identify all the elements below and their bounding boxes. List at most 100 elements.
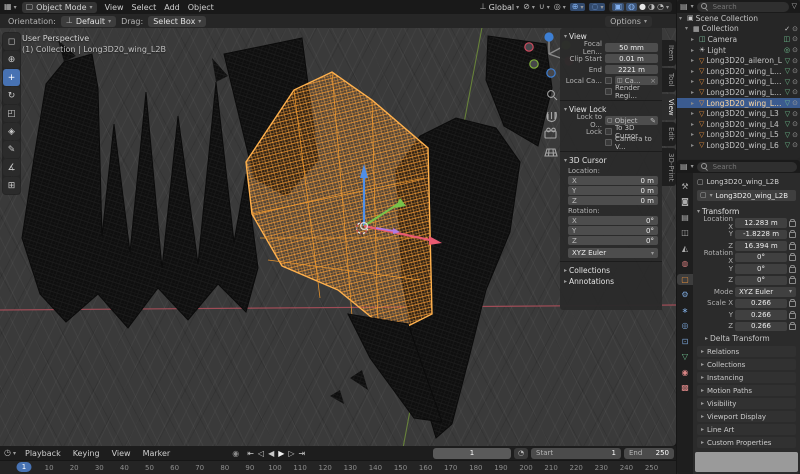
options-button[interactable]: Options ▾ — [605, 16, 652, 27]
outliner-search-input[interactable] — [711, 2, 785, 12]
shading-rendered-icon[interactable]: ◔ — [657, 3, 664, 11]
cursor-location-y-field[interactable]: Y0 m — [568, 186, 658, 195]
scale-x-field[interactable]: 0.266 — [735, 299, 787, 309]
lock-icon[interactable] — [789, 278, 796, 284]
perspective-toggle-control[interactable] — [545, 149, 557, 156]
frame-start-field[interactable]: Start1 — [531, 448, 621, 459]
scene-tab[interactable]: ◭ — [677, 243, 693, 254]
modifier-tab[interactable]: ⚙ — [677, 290, 693, 301]
menu-select[interactable]: Select — [129, 3, 160, 12]
timeline-menu-keying[interactable]: Keying — [70, 449, 103, 458]
location-z-field[interactable]: 16.394 m — [735, 241, 787, 251]
editor-type-button[interactable]: ▦ ▾ — [4, 3, 17, 11]
tab-tool[interactable]: Tool — [662, 68, 676, 92]
outliner-scene-collection[interactable]: ▾▣Scene Collection — [677, 13, 800, 24]
cursor-rotation-mode-select[interactable]: XYZ Euler▾ — [568, 248, 658, 258]
cursor-location-x-field[interactable]: X0 m — [568, 176, 658, 185]
tab-edit[interactable]: Edit — [662, 122, 676, 146]
mesh-data-icon[interactable]: ▽ — [785, 57, 790, 65]
cursor-rotation-y-field[interactable]: Y0° — [568, 226, 658, 235]
section-motion-paths[interactable]: ▸Motion Paths — [697, 385, 796, 396]
hide-eye-icon[interactable]: ⊙ — [792, 35, 798, 43]
jump-to-start-button[interactable]: ⇤ — [246, 449, 255, 458]
hide-eye-icon[interactable]: ⊙ — [792, 120, 798, 128]
lock-icon[interactable] — [789, 301, 796, 307]
properties-search-input[interactable] — [711, 162, 793, 172]
transform-tool-button[interactable]: ◈ — [3, 123, 20, 140]
world-tab[interactable]: ◍ — [677, 259, 693, 270]
cursor-location-z-field[interactable]: Z0 m — [568, 196, 658, 205]
menu-object[interactable]: Object — [185, 3, 217, 12]
location-x-field[interactable]: 12.283 m — [735, 218, 787, 228]
pivot-point-dropdown[interactable]: ⊘▾ — [523, 3, 535, 11]
scale-z-field[interactable]: 0.266 — [735, 322, 787, 332]
previous-keyframe-button[interactable]: ◁ — [257, 449, 265, 458]
rotate-tool-button[interactable]: ↻ — [3, 87, 20, 104]
render-region-checkbox[interactable] — [605, 88, 612, 95]
mesh-data-icon[interactable]: ▽ — [785, 120, 790, 128]
shading-material-icon[interactable]: ◑ — [648, 3, 655, 11]
annotations-section-header[interactable]: ▸Annotations — [564, 276, 658, 287]
current-frame-field[interactable]: 1 — [433, 448, 511, 459]
section-visibility[interactable]: ▸Visibility — [697, 398, 796, 409]
measure-tool-button[interactable]: ∡ — [3, 159, 20, 176]
xray-toggle-icon[interactable]: ▣ — [612, 3, 624, 11]
gizmo-toggle[interactable]: ⊕▾ — [570, 3, 586, 11]
playhead-current-frame[interactable]: 1 — [17, 462, 32, 472]
frame-end-field[interactable]: End250 — [624, 448, 674, 459]
outliner-item-long3d20_wing_l6[interactable]: ▸▽Long3D20_wing_L6▽⊙ — [677, 140, 800, 151]
camera-view-control[interactable] — [545, 128, 556, 138]
proportional-edit-dropdown[interactable]: ◎▾ — [554, 3, 566, 11]
rotation-z-field[interactable]: 0° — [735, 276, 787, 286]
move-tool-button[interactable]: + — [3, 69, 20, 86]
hide-eye-icon[interactable]: ⊙ — [792, 57, 798, 65]
location-y-field[interactable]: -1.8228 m — [735, 230, 787, 240]
collections-section-header[interactable]: ▸Collections — [564, 265, 658, 276]
section-viewport-display[interactable]: ▸Viewport Display — [697, 411, 796, 422]
pan-control[interactable] — [547, 112, 556, 122]
outliner-item-long3d20_wing_l2b[interactable]: ▸▽Long3D20_wing_L2B▽⊙ — [677, 98, 800, 109]
constraints-tab[interactable]: ⊡ — [677, 336, 693, 347]
view-setting-field[interactable]: 2221 m — [605, 65, 658, 74]
mesh-data-icon[interactable]: ▽ — [785, 99, 790, 107]
rotation-y-field[interactable]: 0° — [735, 264, 787, 274]
mesh-data-icon[interactable]: ▽ — [785, 67, 790, 75]
disclosure-icon[interactable]: ▸ — [691, 78, 697, 85]
jump-to-end-button[interactable]: ⇥ — [298, 449, 307, 458]
timeline-menu-view[interactable]: View — [109, 449, 134, 458]
tab-item[interactable]: Item — [662, 40, 676, 66]
view-setting-field[interactable]: 50 mm — [605, 43, 658, 52]
disclosure-icon[interactable]: ▸ — [691, 89, 697, 96]
delta-transform-header[interactable]: ▸ Delta Transform — [705, 332, 796, 344]
timeline-menu-marker[interactable]: Marker — [140, 449, 174, 458]
collection-checkbox[interactable]: ✓ — [784, 25, 790, 33]
menu-view[interactable]: View — [102, 3, 127, 12]
local-camera-checkbox[interactable] — [605, 77, 612, 84]
orientation-select[interactable]: ⊥ Default ▾ — [61, 16, 116, 27]
properties-editor-icon[interactable]: ▤ — [680, 163, 688, 171]
outliner-item-long3d20_wing_l4[interactable]: ▸▽Long3D20_wing_L4▽⊙ — [677, 119, 800, 130]
cursor-rotation-z-field[interactable]: Z0° — [568, 236, 658, 245]
view-setting-field[interactable]: 0.01 m — [605, 54, 658, 63]
disclosure-icon[interactable]: ▸ — [691, 36, 697, 43]
transform-orientation-dropdown[interactable]: ⊥ Global ▾ — [480, 3, 520, 12]
cursor-section-header[interactable]: ▾3D Cursor — [564, 155, 658, 166]
hide-eye-icon[interactable]: ⊙ — [792, 141, 798, 149]
scale-y-field[interactable]: 0.266 — [735, 310, 787, 320]
disclosure-icon[interactable]: ▸ — [691, 110, 697, 117]
rotation-mode-field[interactable]: XYZ Euler▾ — [735, 287, 796, 297]
disclosure-icon[interactable]: ▸ — [691, 100, 697, 107]
select-box-tool-button[interactable]: ◻ — [3, 33, 20, 50]
outliner-item-light[interactable]: ▸☀Light◎⊙ — [677, 45, 800, 56]
lock-icon[interactable] — [789, 255, 796, 261]
timeline-editor-type-button[interactable]: ◷ ▾ — [4, 449, 16, 457]
section-line-art[interactable]: ▸Line Art — [697, 424, 796, 435]
tool-tab[interactable]: ⚒ — [677, 181, 693, 192]
mesh-data-icon[interactable]: ▽ — [785, 110, 790, 118]
section-instancing[interactable]: ▸Instancing — [697, 372, 796, 383]
use-preview-range-button[interactable]: ◔ — [514, 448, 528, 459]
view-layer-tab[interactable]: ◫ — [677, 228, 693, 239]
section-relations[interactable]: ▸Relations — [697, 346, 796, 357]
scale-tool-button[interactable]: ◰ — [3, 105, 20, 122]
light-data-icon[interactable]: ◎ — [784, 46, 790, 54]
